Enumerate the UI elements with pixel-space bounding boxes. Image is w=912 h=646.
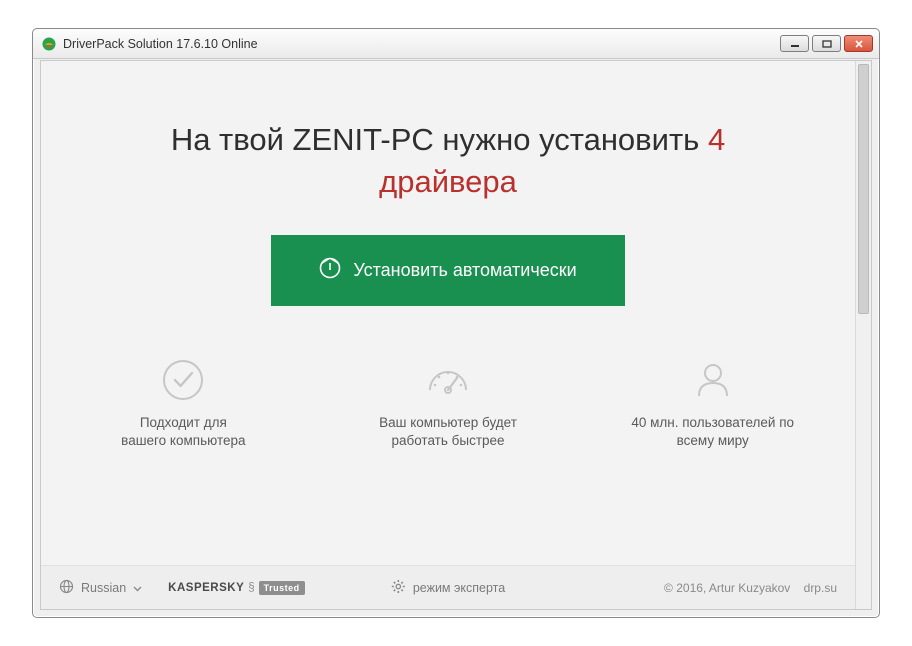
headline-prefix: На твой [171, 122, 293, 157]
expert-mode-label: режим эксперта [413, 581, 505, 595]
features-row: Подходит для вашего компьютера [41, 356, 855, 450]
vertical-scrollbar[interactable] [855, 61, 871, 609]
footer: Russian KASPERSKY§ Trusted [41, 565, 855, 609]
close-button[interactable] [844, 35, 873, 52]
window-title: DriverPack Solution 17.6.10 Online [63, 37, 258, 51]
install-button-label: Установить автоматически [353, 260, 576, 281]
feature-faster: Ваш компьютер будет работать быстрее [316, 356, 581, 450]
site-link[interactable]: drp.su [804, 581, 837, 595]
maximize-button[interactable] [812, 35, 841, 52]
titlebar: DriverPack Solution 17.6.10 Online [33, 29, 879, 59]
copyright: © 2016, Artur Kuzyakov drp.su [664, 581, 837, 595]
headline-pc-name: ZENIT-PC [293, 122, 434, 157]
kaspersky-trusted-badge: KASPERSKY§ Trusted [168, 581, 305, 595]
headline-suffix: драйвера [379, 164, 517, 199]
feature-text-line1: Ваш компьютер будет [316, 414, 581, 432]
feature-text-line1: Подходит для [51, 414, 316, 432]
feature-text-line2: всему миру [580, 432, 845, 450]
headline: На твой ZENIT-PC нужно установить 4 драй… [41, 119, 855, 203]
user-icon [580, 356, 845, 404]
headline-count: 4 [708, 122, 725, 157]
feature-users: 40 млн. пользователей по всему миру [580, 356, 845, 450]
kaspersky-brand: KASPERSKY [168, 582, 244, 594]
install-icon [319, 257, 341, 284]
feature-text-line1: 40 млн. пользователей по [580, 414, 845, 432]
scrollbar-thumb[interactable] [858, 64, 869, 314]
feature-text-line2: вашего компьютера [51, 432, 316, 450]
language-selector[interactable]: Russian [59, 579, 142, 597]
globe-icon [59, 579, 74, 597]
minimize-button[interactable] [780, 35, 809, 52]
checkmark-icon [51, 356, 316, 404]
feature-compatible: Подходит для вашего компьютера [51, 356, 316, 450]
chevron-down-icon [133, 581, 142, 595]
headline-middle: нужно установить [434, 122, 708, 157]
app-window: DriverPack Solution 17.6.10 Online На тв… [32, 28, 880, 618]
app-icon [41, 36, 57, 52]
language-label: Russian [81, 581, 126, 595]
feature-text-line2: работать быстрее [316, 432, 581, 450]
gear-icon [391, 579, 406, 597]
client-area: На твой ZENIT-PC нужно установить 4 драй… [40, 60, 872, 610]
expert-mode-button[interactable]: режим эксперта [391, 579, 505, 597]
trusted-label: Trusted [259, 581, 305, 595]
gauge-icon [316, 356, 581, 404]
install-auto-button[interactable]: Установить автоматически [271, 235, 624, 306]
